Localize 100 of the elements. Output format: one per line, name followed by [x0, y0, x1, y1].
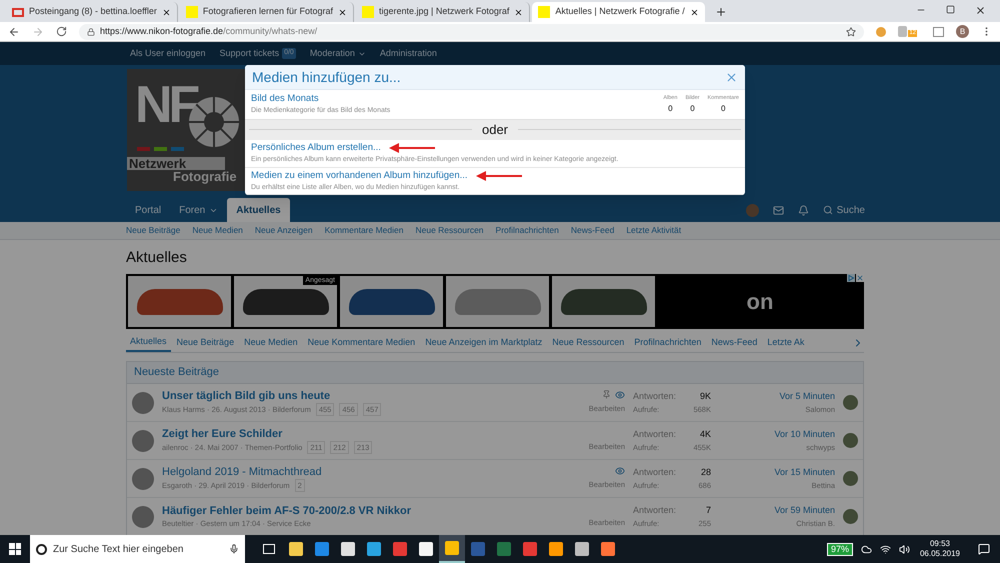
replies-count: 4K [700, 428, 711, 442]
user-avatar[interactable] [843, 471, 858, 486]
close-icon[interactable] [975, 5, 986, 16]
replies-label: Antworten: [633, 504, 676, 518]
battery-indicator[interactable]: 97% [826, 542, 853, 556]
search-icon [822, 205, 833, 215]
content-tab[interactable]: News-Feed [707, 334, 762, 352]
close-icon[interactable] [514, 8, 524, 16]
microphone-icon[interactable] [229, 544, 239, 554]
replies-count: 28 [700, 466, 711, 480]
taskbar-clock[interactable]: 09:53 06.05.2019 [918, 539, 962, 559]
user-avatar[interactable] [843, 433, 858, 448]
replies-count: 9K [700, 390, 711, 404]
subnav-link[interactable]: Neue Beiträge [126, 224, 180, 237]
url-text: https://www.nikon-fotografie.de/community/whats-new/ [100, 24, 318, 38]
nav-tab[interactable]: Foren [170, 198, 228, 222]
close-icon[interactable] [338, 8, 347, 16]
brand-logo: on [746, 290, 774, 312]
subnav-link[interactable]: Profilnachrichten [496, 224, 559, 237]
subnav-link[interactable]: Letzte Aktivität [626, 224, 682, 237]
stat-value: 0 [721, 102, 726, 114]
replies-label: Antworten: [633, 466, 676, 480]
replies-label: Antworten: [633, 390, 676, 404]
content-tab[interactable]: Neue Anzeigen im Marktplatz [421, 334, 546, 352]
content-tab[interactable]: Profilnachrichten [630, 334, 706, 352]
content-tab[interactable]: Neue Kommentare Medien [304, 334, 420, 352]
user-avatar[interactable] [132, 468, 154, 490]
subnav-link[interactable]: Neue Ressourcen [415, 224, 484, 237]
page-heading: Aktuelles [126, 248, 188, 268]
tab-title: Posteingang (8) - bettina.loeffler [29, 5, 157, 18]
content-tab[interactable]: Neue Ressourcen [548, 334, 628, 352]
close-icon[interactable] [162, 8, 171, 16]
browser-tab[interactable]: Aktuelles | Netzwerk Fotografie / [532, 2, 705, 22]
tab-title: Aktuelles | Netzwerk Fotografie / [555, 5, 685, 18]
subnav-link[interactable]: Neue Anzeigen [254, 224, 313, 237]
tab-title: tigerente.jpg | Netzwerk Fotograf [379, 5, 510, 18]
mail-icon[interactable] [772, 204, 784, 216]
nav-tab[interactable]: Aktuelles [227, 198, 290, 222]
last-post-time[interactable]: Vor 15 Minuten [774, 466, 835, 480]
thread-title[interactable]: Unser täglich Bild gib uns heute [162, 388, 547, 403]
panel-title: Neueste Beiträge [134, 365, 219, 380]
topbar-link[interactable]: Als User einloggen [130, 46, 206, 60]
last-post-time[interactable]: Vor 59 Minuten [774, 504, 835, 518]
stat-value: 0 [690, 102, 695, 114]
lock-icon [87, 28, 95, 36]
bookmark-star-icon[interactable] [846, 26, 856, 36]
tab-title: Fotografieren lernen für Fotograf [202, 5, 333, 18]
stat-value: 0 [668, 102, 673, 114]
user-avatar[interactable] [132, 430, 154, 452]
last-post-time[interactable]: Vor 5 Minuten [779, 390, 835, 404]
profile-avatar[interactable]: B [956, 25, 969, 38]
nav-tab[interactable]: Portal [126, 198, 170, 222]
topbar-link[interactable]: Moderation [310, 46, 366, 60]
photo-placeholder[interactable] [340, 276, 443, 327]
replies-label: Antworten: [633, 428, 676, 442]
thread-title[interactable]: Helgoland 2019 - Mitmachthread [162, 464, 547, 479]
content-tab[interactable]: Neue Medien [240, 334, 302, 352]
user-avatar[interactable] [843, 509, 858, 524]
taskbar-app[interactable] [439, 535, 465, 563]
notifications-icon[interactable] [978, 543, 990, 555]
option-link[interactable]: Medien zu einem vorhandenen Album hinzufügen... [251, 168, 468, 183]
mail-icon [12, 8, 24, 16]
option-link[interactable]: Persönliches Album erstellen... [251, 140, 381, 155]
content-tab[interactable]: Neue Beiträge [172, 334, 238, 352]
site-favicon [186, 6, 198, 18]
taskbar-search-field[interactable]: Zur Suche Text hier eingeben [30, 535, 245, 563]
subnav-link[interactable]: Kommentare Medien [324, 224, 404, 237]
category-link[interactable]: Bild des Monats [251, 92, 664, 106]
search-button[interactable]: Suche [822, 202, 865, 218]
photo-placeholder[interactable] [128, 276, 231, 327]
topbar-link[interactable]: Administration [380, 46, 437, 60]
site-logo[interactable]: NF Netzwerk Fotografie [127, 69, 245, 191]
subnav-link[interactable]: Neue Medien [192, 224, 243, 237]
wifi-icon[interactable] [880, 544, 891, 554]
restore-icon[interactable] [946, 5, 955, 14]
speaker-icon[interactable] [898, 544, 910, 554]
content-tab[interactable]: Aktuelles [126, 334, 171, 352]
back-icon[interactable] [8, 26, 20, 38]
last-post-time[interactable]: Vor 10 Minuten [774, 428, 835, 442]
close-icon[interactable] [690, 8, 699, 16]
modal-title: Medien hinzufügen zu... [252, 68, 401, 87]
user-avatar[interactable] [132, 506, 154, 528]
task-view-icon[interactable] [263, 544, 275, 554]
subnav-link[interactable]: News-Feed [570, 224, 614, 237]
replies-count: 7 [706, 504, 711, 518]
user-avatar[interactable] [132, 392, 154, 414]
content-tab[interactable]: Letzte Ak [763, 334, 808, 352]
thread-title[interactable]: Häufiger Fehler beim AF-S 70-200/2.8 VR Nikkor [162, 504, 547, 518]
user-avatar[interactable] [843, 395, 858, 410]
separator-text: oder [482, 121, 508, 139]
thread-title[interactable]: Zeigt her Eure Schilder [162, 426, 547, 441]
reload-icon[interactable] [56, 26, 67, 37]
extension-icon[interactable] [933, 26, 944, 36]
site-favicon [538, 6, 550, 18]
cloud-icon[interactable] [860, 544, 872, 554]
photo-placeholder[interactable] [552, 276, 655, 327]
windows-start-icon[interactable] [9, 543, 21, 555]
address-bar[interactable]: https://www.nikon-fotografie.de/community/whats-new/ [79, 24, 864, 40]
new-tab-icon[interactable] [714, 6, 727, 18]
bell-icon[interactable] [798, 204, 809, 216]
